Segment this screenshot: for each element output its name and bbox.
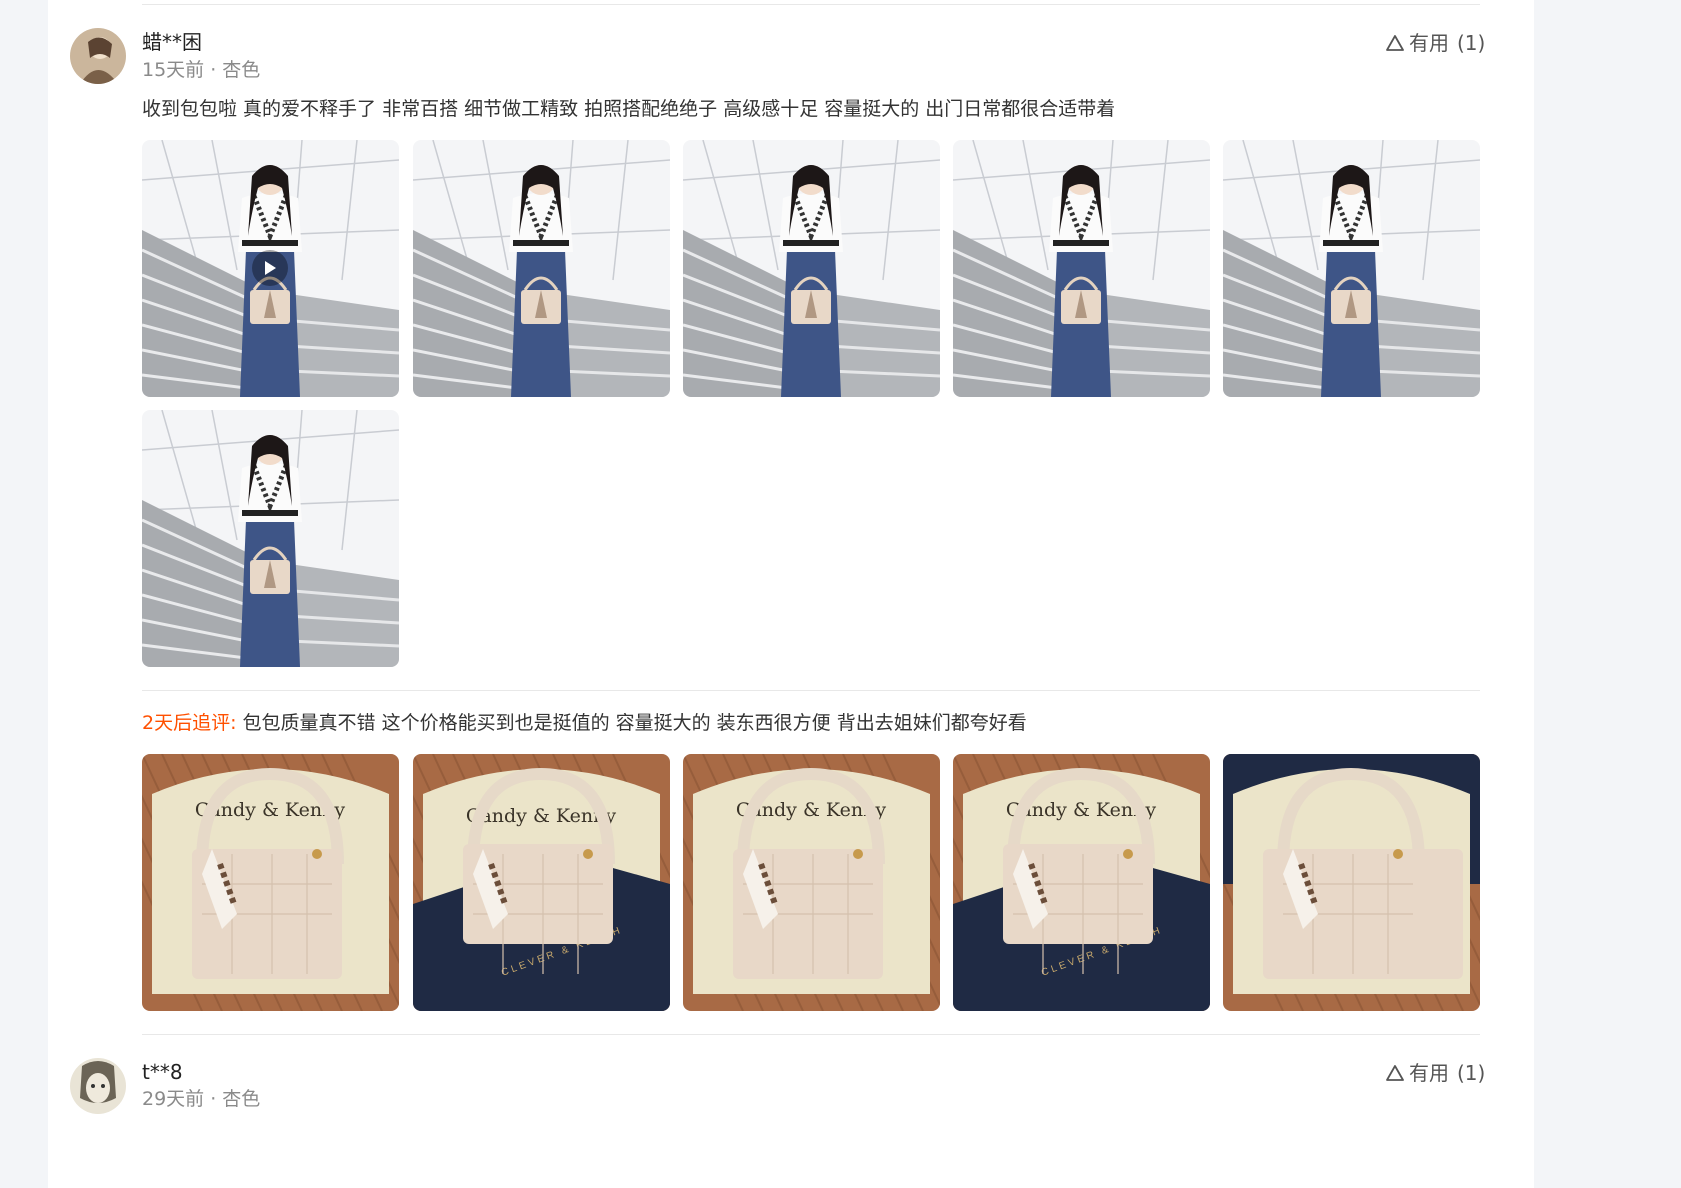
thumb-triangle-icon — [1386, 1065, 1404, 1081]
followup-text-line: 2天后追评: 包包质量真不错 这个价格能买到也是挺值的 容量挺大的 装东西很方便… — [142, 710, 1027, 736]
product-photo[interactable]: Candy & Kenny CLEVER & KETCH — [953, 754, 1210, 1011]
avatar[interactable] — [70, 28, 126, 84]
useful-button[interactable]: 有用 (1) — [1385, 31, 1485, 55]
review-photo[interactable] — [142, 410, 399, 667]
avatar[interactable] — [70, 1058, 126, 1114]
useful-count: (1) — [1457, 31, 1486, 55]
review-video[interactable] — [142, 140, 399, 397]
product-photo[interactable]: Candy & Kenny — [142, 754, 399, 1011]
review-meta: 15天前 · 杏色 — [142, 59, 261, 81]
review-photo[interactable] — [683, 140, 940, 397]
useful-label: 有用 — [1409, 1061, 1449, 1085]
followup-text: 包包质量真不错 这个价格能买到也是挺值的 容量挺大的 装东西很方便 背出去姐妹们… — [242, 712, 1027, 734]
username: t**8 — [142, 1060, 183, 1084]
useful-label: 有用 — [1409, 31, 1449, 55]
review-meta: 29天前 · 杏色 — [142, 1088, 261, 1110]
useful-button[interactable]: 有用 (1) — [1385, 1061, 1485, 1085]
product-photo[interactable]: Candy & Kenny — [683, 754, 940, 1011]
username: 蜡**困 — [142, 30, 202, 54]
review-photo[interactable] — [1223, 140, 1480, 397]
top-divider — [142, 4, 1480, 5]
useful-count: (1) — [1457, 1061, 1486, 1085]
review-photo[interactable] — [413, 140, 670, 397]
product-photo[interactable]: CLEVER & KETCH — [1223, 754, 1480, 1011]
thumb-triangle-icon — [1386, 35, 1404, 51]
product-photo[interactable]: Candy & Kenny CLEVER & KETCH — [413, 754, 670, 1011]
page-margin — [1534, 0, 1568, 1188]
followup-divider — [142, 690, 1480, 691]
play-icon[interactable] — [252, 250, 288, 286]
followup-label: 2天后追评: — [142, 712, 237, 734]
review-photo[interactable] — [953, 140, 1210, 397]
review-divider — [142, 1034, 1480, 1035]
review-text: 收到包包啦 真的爱不释手了 非常百搭 细节做工精致 拍照搭配绝绝子 高级感十足 … — [142, 98, 1116, 120]
